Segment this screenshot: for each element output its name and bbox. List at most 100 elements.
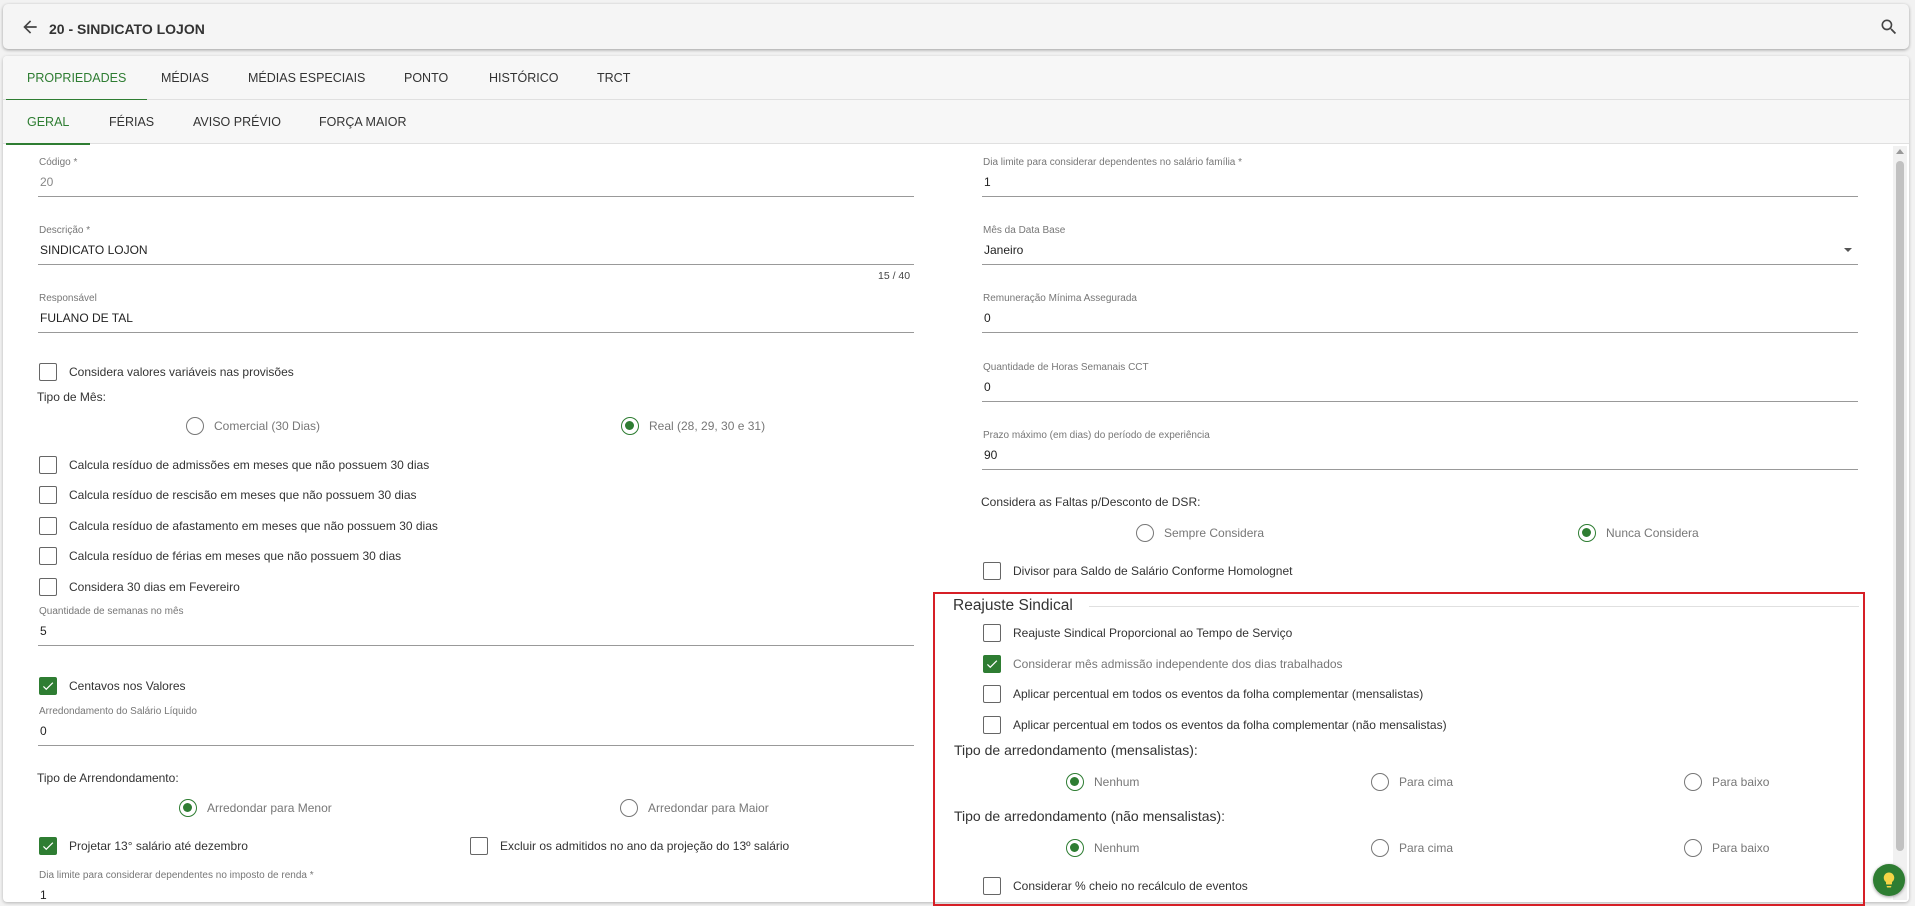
dia-limite-ir-field[interactable]: Dia limite para considerar dependentes n… (38, 870, 914, 904)
chevron-down-icon[interactable] (1844, 248, 1852, 252)
radio-label: Arredondar para Menor (207, 801, 332, 815)
radio-dot[interactable] (186, 417, 204, 435)
checkbox-excluir-admitidos[interactable]: Excluir os admitidos no ano da projeção … (470, 836, 789, 856)
tab-aviso-previo[interactable]: AVISO PRÉVIO (172, 100, 302, 144)
tab-ponto[interactable]: PONTO (383, 56, 469, 100)
radio-dot[interactable] (620, 799, 638, 817)
radio-label: Sempre Considera (1164, 526, 1265, 540)
radio-dot-selected[interactable] (179, 799, 197, 817)
radio-label: Nenhum (1094, 841, 1140, 855)
tab-propriedades[interactable]: PROPRIEDADES (6, 56, 148, 101)
checkbox-residuo-afastamento[interactable]: Calcula resíduo de afastamento em meses … (39, 516, 438, 536)
back-arrow-icon[interactable] (20, 17, 40, 37)
checkbox-30-dias-fevereiro[interactable]: Considera 30 dias em Fevereiro (39, 577, 240, 597)
horas-semanais-field[interactable]: Quantidade de Horas Semanais CCT 0 (982, 362, 1858, 402)
semanas-field[interactable]: Quantidade de semanas no mês 5 (38, 606, 914, 646)
checkbox-label: Considera 30 dias em Fevereiro (69, 580, 240, 594)
prazo-experiencia-field[interactable]: Prazo máximo (em dias) do período de exp… (982, 430, 1858, 470)
checkbox-residuo-ferias[interactable]: Calcula resíduo de férias em meses que n… (39, 546, 401, 566)
checkmark-icon (42, 842, 54, 851)
search-icon[interactable] (1879, 17, 1899, 37)
radio-mensalistas-para-baixo[interactable]: Para baixo (1684, 773, 1769, 791)
radio-dot-selected[interactable] (1066, 773, 1084, 791)
radio-nao-mensalistas-para-baixo[interactable]: Para baixo (1684, 839, 1769, 857)
tab-geral[interactable]: GERAL (6, 100, 91, 145)
page-title: 20 - SINDICATO LOJON (49, 21, 205, 37)
checkbox-label: Calcula resíduo de rescisão em meses que… (69, 488, 417, 502)
radio-dot[interactable] (1371, 839, 1389, 857)
radio-mensalistas-nenhum[interactable]: Nenhum (1066, 773, 1139, 791)
checkbox-percentual-mensalistas[interactable]: Aplicar percentual em todos os eventos d… (983, 684, 1423, 704)
dia-limite-salario-familia-field[interactable]: Dia limite para considerar dependentes n… (982, 157, 1858, 197)
codigo-field[interactable]: Código * 20 (38, 157, 914, 197)
checkbox-box[interactable] (39, 363, 57, 381)
radio-label: Para baixo (1712, 841, 1770, 855)
help-fab-button[interactable] (1873, 864, 1905, 896)
checkbox-residuo-admissoes[interactable]: Calcula resíduo de admissões em meses qu… (39, 455, 429, 475)
tab-ferias[interactable]: FÉRIAS (88, 100, 175, 144)
radio-arredondar-menor[interactable]: Arredondar para Menor (179, 799, 332, 817)
checkbox-box-checked[interactable] (39, 677, 57, 695)
radio-comercial[interactable]: Comercial (30 Dias) (186, 417, 320, 435)
responsavel-value: FULANO DE TAL (40, 311, 133, 325)
tab-trct[interactable]: TRCT (576, 56, 651, 100)
tab-medias-especiais[interactable]: MÉDIAS ESPECIAIS (227, 56, 386, 100)
radio-label: Para baixo (1712, 775, 1770, 789)
horas-semanais-label: Quantidade de Horas Semanais CCT (983, 362, 1149, 373)
arredondamento-liquido-field[interactable]: Arredondamento do Salário Líquido 0 (38, 706, 914, 746)
descricao-field[interactable]: Descrição * SINDICATO LOJON (38, 225, 914, 265)
tab-medias[interactable]: MÉDIAS (140, 56, 230, 100)
checkbox-divisor-homolognet[interactable]: Divisor para Saldo de Salário Conforme H… (983, 561, 1292, 581)
radio-sempre-considera[interactable]: Sempre Considera (1136, 524, 1264, 542)
checkbox-box[interactable] (39, 456, 57, 474)
legend-divider (1089, 606, 1859, 607)
checkbox-box[interactable] (470, 837, 488, 855)
checkbox-box[interactable] (983, 624, 1001, 642)
checkbox-percentual-nao-mensalistas[interactable]: Aplicar percentual em todos os eventos d… (983, 715, 1447, 735)
checkbox-box[interactable] (39, 486, 57, 504)
mes-data-base-select[interactable]: Mês da Data Base Janeiro (982, 225, 1858, 265)
checkbox-box[interactable] (983, 716, 1001, 734)
vertical-scrollbar[interactable] (1893, 146, 1907, 900)
radio-nao-mensalistas-nenhum[interactable]: Nenhum (1066, 839, 1139, 857)
radio-dot[interactable] (1684, 839, 1702, 857)
radio-dot-selected[interactable] (1578, 524, 1596, 542)
checkbox-reajuste-proporcional[interactable]: Reajuste Sindical Proporcional ao Tempo … (983, 623, 1292, 643)
radio-label: Real (28, 29, 30 e 31) (649, 419, 766, 433)
checkbox-box[interactable] (983, 685, 1001, 703)
radio-dot-selected[interactable] (621, 417, 639, 435)
tab-historico[interactable]: HISTÓRICO (468, 56, 579, 100)
scroll-up-arrow-icon[interactable] (1896, 149, 1904, 154)
checkbox-mes-admissao[interactable]: Considerar mês admissão independente dos… (983, 654, 1343, 674)
scrollbar-thumb[interactable] (1896, 161, 1904, 851)
checkbox-residuo-rescisao[interactable]: Calcula resíduo de rescisão em meses que… (39, 485, 417, 505)
responsavel-field[interactable]: Responsável FULANO DE TAL (38, 293, 914, 333)
checkbox-centavos[interactable]: Centavos nos Valores (39, 676, 186, 696)
radio-nunca-considera[interactable]: Nunca Considera (1578, 524, 1699, 542)
checkbox-box[interactable] (983, 562, 1001, 580)
radio-dot[interactable] (1684, 773, 1702, 791)
radio-mensalistas-para-cima[interactable]: Para cima (1371, 773, 1453, 791)
checkmark-icon (42, 682, 54, 691)
checkbox-box[interactable] (39, 547, 57, 565)
checkbox-valores-variaveis[interactable]: Considera valores variáveis nas provisõe… (39, 362, 294, 382)
checkbox-projetar-13[interactable]: Projetar 13° salário até dezembro (39, 836, 248, 856)
checkbox-percentual-cheio[interactable]: Considerar % cheio no recálculo de event… (983, 876, 1248, 896)
remuneracao-minima-field[interactable]: Remuneração Mínima Assegurada 0 (982, 293, 1858, 333)
checkbox-label: Divisor para Saldo de Salário Conforme H… (1013, 564, 1293, 578)
checkbox-label: Excluir os admitidos no ano da projeção … (500, 839, 790, 853)
checkbox-box[interactable] (983, 877, 1001, 895)
radio-dot[interactable] (1136, 524, 1154, 542)
radio-arredondar-maior[interactable]: Arredondar para Maior (620, 799, 769, 817)
sub-tabs: GERAL FÉRIAS AVISO PRÉVIO FORÇA MAIOR (3, 100, 1909, 145)
checkbox-box[interactable] (39, 517, 57, 535)
reajuste-sindical-legend: Reajuste Sindical (953, 597, 1073, 614)
radio-dot[interactable] (1371, 773, 1389, 791)
radio-nao-mensalistas-para-cima[interactable]: Para cima (1371, 839, 1453, 857)
radio-dot-selected[interactable] (1066, 839, 1084, 857)
radio-real[interactable]: Real (28, 29, 30 e 31) (621, 417, 765, 435)
checkbox-box-checked[interactable] (39, 837, 57, 855)
checkbox-box[interactable] (39, 578, 57, 596)
tab-forca-maior[interactable]: FORÇA MAIOR (298, 100, 428, 144)
checkbox-box-checked[interactable] (983, 655, 1001, 673)
